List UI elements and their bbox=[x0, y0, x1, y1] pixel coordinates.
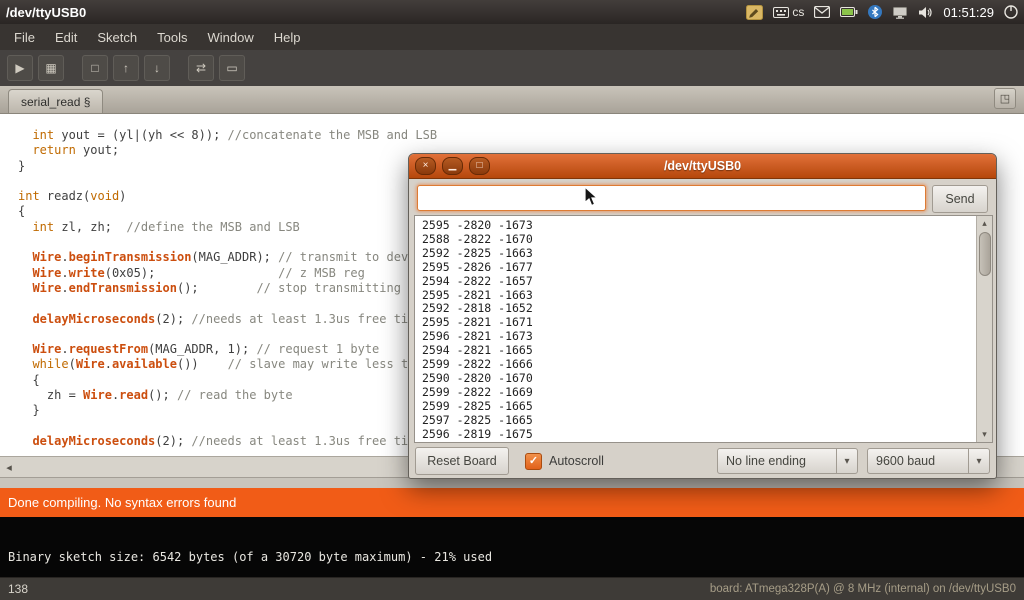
board-info: board: ATmega328P(A) @ 8 MHz (internal) … bbox=[710, 583, 1016, 595]
serial-monitor-icon: ▭ bbox=[226, 61, 237, 75]
menubar-items: FileEditSketchToolsWindowHelp bbox=[0, 24, 1024, 50]
minimize-icon: ▁ bbox=[449, 161, 457, 171]
serial-monitor-title: /dev/ttyUSB0 bbox=[409, 159, 996, 173]
serial-output-line: 2592 -2825 -1663 bbox=[422, 247, 970, 261]
serial-output-line: 2594 -2821 -1665 bbox=[422, 344, 970, 358]
network-icon[interactable] bbox=[892, 6, 908, 19]
screen: /dev/ttyUSB0 cs 01:5 bbox=[0, 0, 1024, 600]
notes-indicator-icon[interactable] bbox=[746, 5, 763, 20]
serial-output-line: 2599 -2825 -1665 bbox=[422, 400, 970, 414]
save-button[interactable]: ↓ bbox=[144, 55, 170, 81]
serial-output-line: 2590 -2820 -1670 bbox=[422, 372, 970, 386]
clock[interactable]: 01:51:29 bbox=[943, 5, 994, 20]
tab-menu-button[interactable]: ◳ bbox=[994, 88, 1016, 109]
scrollbar-thumb[interactable] bbox=[979, 232, 991, 276]
serial-monitor-titlebar[interactable]: × ▁ □ /dev/ttyUSB0 bbox=[409, 154, 996, 179]
serial-output-line: 2595 -2820 -1673 bbox=[422, 219, 970, 233]
serial-input-row: Send bbox=[417, 185, 988, 211]
upload-icon: ⇄ bbox=[196, 61, 206, 75]
system-tray: cs 01:51:29 bbox=[746, 5, 1018, 20]
serial-output-line: 2599 -2822 -1669 bbox=[422, 386, 970, 400]
tab-bar: serial_read § ◳ bbox=[0, 86, 1024, 114]
volume-icon[interactable] bbox=[918, 6, 933, 19]
scroll-left-icon[interactable]: ◂ bbox=[0, 461, 18, 474]
serial-output-line: 2599 -2822 -1666 bbox=[422, 358, 970, 372]
mail-icon[interactable] bbox=[814, 6, 830, 18]
status-bar: Done compiling. No syntax errors found bbox=[0, 488, 1024, 517]
upload-button[interactable]: ⇄ bbox=[188, 55, 214, 81]
keyboard-indicator[interactable]: cs bbox=[773, 5, 804, 19]
menu-edit[interactable]: Edit bbox=[45, 27, 87, 48]
keyboard-icon bbox=[773, 7, 789, 18]
maximize-button[interactable]: □ bbox=[469, 157, 490, 175]
open-button[interactable]: ↑ bbox=[113, 55, 139, 81]
send-button[interactable]: Send bbox=[932, 185, 988, 213]
serial-input[interactable] bbox=[417, 185, 926, 211]
chevron-down-icon: ▾ bbox=[968, 449, 989, 473]
maximize-icon: □ bbox=[476, 161, 482, 171]
autoscroll-label: Autoscroll bbox=[549, 454, 604, 468]
scroll-down-icon[interactable]: ▾ bbox=[977, 429, 992, 440]
menu-sketch[interactable]: Sketch bbox=[87, 27, 147, 48]
menu-file[interactable]: File bbox=[4, 27, 45, 48]
serial-monitor-window: × ▁ □ /dev/ttyUSB0 Send 2595 -2820 -1673… bbox=[408, 153, 997, 479]
menu-tools[interactable]: Tools bbox=[147, 27, 197, 48]
serial-output-line: 2592 -2818 -1652 bbox=[422, 302, 970, 316]
stop-button[interactable]: ▦ bbox=[38, 55, 64, 81]
reset-board-button[interactable]: Reset Board bbox=[415, 447, 509, 475]
new-button[interactable]: □ bbox=[82, 55, 108, 81]
serial-monitor-button[interactable]: ▭ bbox=[219, 55, 245, 81]
console-line: Binary sketch size: 6542 bytes (of a 307… bbox=[8, 550, 1024, 564]
window-buttons: × ▁ □ bbox=[415, 157, 490, 175]
session-menu-icon[interactable] bbox=[1004, 5, 1018, 19]
minimize-button[interactable]: ▁ bbox=[442, 157, 463, 175]
serial-output-line: 2597 -2825 -1665 bbox=[422, 414, 970, 428]
code-line: int yout = (yl|(yh << 8)); //concatenate… bbox=[18, 128, 1024, 143]
new-file-icon: □ bbox=[91, 61, 98, 75]
baud-rate-select[interactable]: 9600 baud ▾ bbox=[867, 448, 990, 474]
serial-output-line: 2588 -2822 -1670 bbox=[422, 233, 970, 247]
language-indicator-label: cs bbox=[792, 5, 804, 19]
serial-output-line: 2594 -2822 -1657 bbox=[422, 275, 970, 289]
top-panel: /dev/ttyUSB0 cs 01:5 bbox=[0, 0, 1024, 24]
battery-icon[interactable] bbox=[840, 7, 858, 17]
serial-output-line: 2595 -2826 -1677 bbox=[422, 261, 970, 275]
toolbar-buttons: ▶ ▦ □ ↑ ↓ ⇄ ▭ bbox=[0, 50, 1024, 87]
serial-output-line: 2596 -2821 -1673 bbox=[422, 330, 970, 344]
tab-menu-icon: ◳ bbox=[1000, 92, 1010, 105]
serial-output-line: 2595 -2821 -1663 bbox=[422, 289, 970, 303]
serial-output: 2595 -2820 -16732588 -2822 -16702592 -28… bbox=[416, 217, 976, 441]
line-number-indicator: 138 bbox=[8, 582, 28, 596]
close-icon: × bbox=[423, 161, 429, 171]
serial-output-scrollbar[interactable]: ▴ ▾ bbox=[976, 216, 992, 442]
verify-button[interactable]: ▶ bbox=[7, 55, 33, 81]
close-button[interactable]: × bbox=[415, 157, 436, 175]
scroll-up-icon[interactable]: ▴ bbox=[977, 218, 992, 229]
chevron-down-icon: ▾ bbox=[836, 449, 857, 473]
serial-output-line: 2596 -2819 -1675 bbox=[422, 428, 970, 441]
check-icon: ✓ bbox=[529, 456, 538, 467]
tab-label: serial_read § bbox=[21, 95, 90, 109]
console-output: Binary sketch size: 6542 bytes (of a 307… bbox=[0, 517, 1024, 577]
serial-output-area[interactable]: 2595 -2820 -16732588 -2822 -16702592 -28… bbox=[414, 215, 993, 443]
stop-icon: ▦ bbox=[45, 61, 56, 75]
menu-window[interactable]: Window bbox=[197, 27, 263, 48]
open-icon: ↑ bbox=[123, 61, 129, 75]
serial-monitor-controls: Reset Board ✓ Autoscroll No line ending … bbox=[415, 448, 990, 474]
line-ending-select[interactable]: No line ending ▾ bbox=[717, 448, 858, 474]
serial-output-line: 2595 -2821 -1671 bbox=[422, 316, 970, 330]
tab-serial-read[interactable]: serial_read § bbox=[8, 89, 103, 113]
play-icon: ▶ bbox=[15, 61, 24, 75]
panel-window-title: /dev/ttyUSB0 bbox=[6, 5, 86, 20]
menu-help[interactable]: Help bbox=[264, 27, 311, 48]
save-icon: ↓ bbox=[154, 61, 160, 75]
bluetooth-icon[interactable] bbox=[868, 5, 882, 19]
footer-bar: 138 board: ATmega328P(A) @ 8 MHz (intern… bbox=[0, 577, 1024, 600]
status-message: Done compiling. No syntax errors found bbox=[8, 495, 236, 510]
autoscroll-checkbox[interactable]: ✓ bbox=[525, 453, 542, 470]
